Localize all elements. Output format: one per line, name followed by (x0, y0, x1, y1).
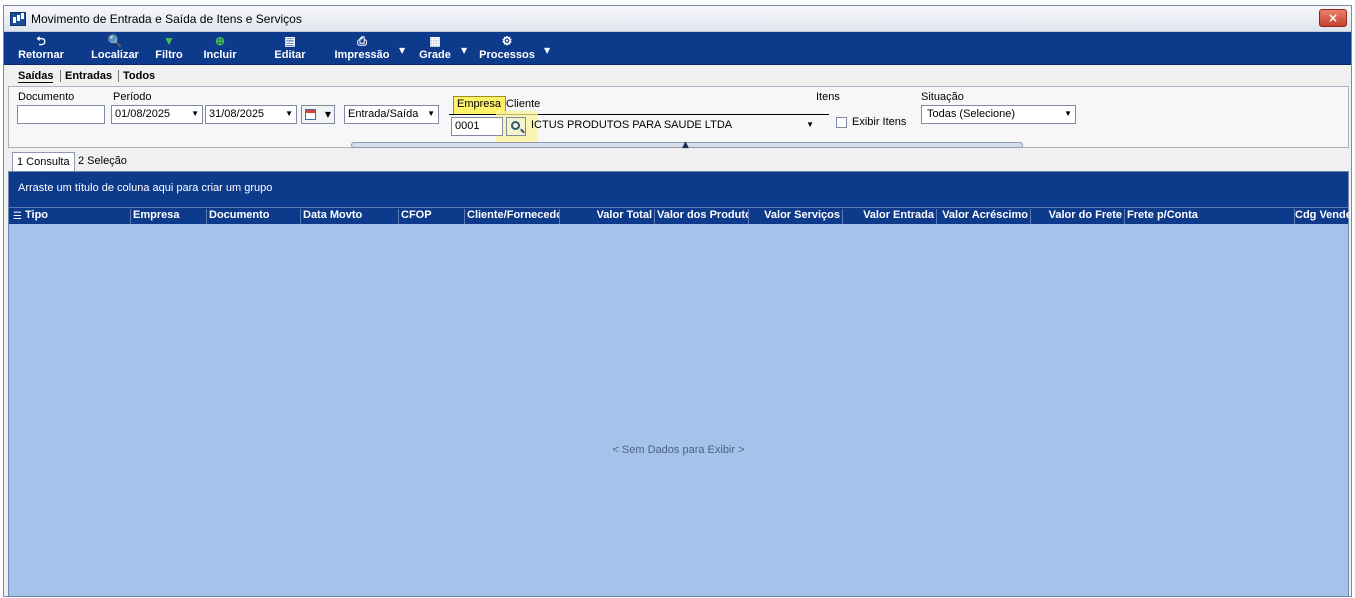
entrada-saida-select[interactable]: Entrada/Saída (344, 105, 439, 124)
column-header-documento[interactable]: Documento (207, 209, 301, 224)
impressao-dropdown-caret[interactable]: ▼ (399, 46, 405, 55)
chevron-down-icon: ▼ (324, 110, 331, 119)
tab-consulta[interactable]: 1 Consulta (12, 152, 75, 172)
calendar-button[interactable]: ▼ (301, 105, 335, 124)
column-chooser-icon[interactable]: ☰ (13, 211, 22, 222)
column-header-valor-frete[interactable]: Valor do Frete (1031, 209, 1125, 224)
toolbar: ⮌ Retornar 🔍 Localizar ▼ Filtro ⊕ Inclui… (4, 32, 1351, 65)
documento-input[interactable] (17, 105, 105, 124)
main-window: Movimento de Entrada e Saída de Itens e … (3, 5, 1352, 597)
grade-button[interactable]: ▦ Grade (414, 34, 456, 64)
column-header-valor-produtos[interactable]: Valor dos Produtos (655, 209, 749, 224)
tab-saidas[interactable]: Saídas (18, 70, 54, 83)
app-icon (10, 12, 26, 26)
column-header-cliente-fornecedor[interactable]: Cliente/Fornecedor (465, 209, 560, 224)
empresa-label[interactable]: Empresa (457, 98, 501, 110)
situacao-select[interactable]: Todas (Selecione) (921, 105, 1076, 124)
empresa-search-button[interactable] (506, 117, 526, 136)
group-by-hint: Arraste um título de coluna aqui para cr… (18, 182, 273, 194)
title-bar: Movimento de Entrada e Saída de Itens e … (4, 6, 1351, 32)
data-grid: Arraste um título de coluna aqui para cr… (8, 171, 1350, 597)
column-header-tipo[interactable]: Tipo (23, 209, 131, 224)
situacao-label: Situação (921, 91, 964, 103)
collapse-up-icon[interactable]: ▲ (682, 140, 689, 150)
empresa-code-input[interactable]: 0001 (451, 117, 503, 136)
column-header-cfop[interactable]: CFOP (399, 209, 465, 224)
exibir-itens-label: Exibir Itens (852, 116, 907, 128)
magnifier-icon: 🔍 (107, 34, 123, 48)
column-header-valor-entrada[interactable]: Valor Entrada (843, 209, 937, 224)
search-icon (511, 121, 520, 130)
processos-button[interactable]: ⚙ Processos (476, 34, 538, 64)
column-header-valor-total[interactable]: Valor Total (560, 209, 655, 224)
empty-grid-message: < Sem Dados para Exibir > (612, 444, 745, 456)
tab-entradas[interactable]: Entradas (65, 70, 112, 82)
column-header-row: ☰ Tipo Empresa Documento Data Movto CFOP… (9, 207, 1350, 224)
window-title: Movimento de Entrada e Saída de Itens e … (31, 12, 302, 26)
editar-button[interactable]: ▤ Editar (270, 34, 310, 64)
tab-separator (118, 70, 119, 82)
date-start-input[interactable]: 01/08/2025 (111, 105, 203, 124)
itens-label: Itens (816, 91, 840, 103)
incluir-button[interactable]: ⊕ Incluir (200, 34, 240, 64)
grade-dropdown-caret[interactable]: ▼ (461, 46, 467, 55)
retornar-button[interactable]: ⮌ Retornar (16, 34, 66, 64)
grid-icon: ▦ (429, 34, 441, 48)
cliente-select[interactable]: ICTUS PRODUTOS PARA SAUDE LTDA (528, 117, 817, 136)
exibir-itens-checkbox[interactable] (836, 117, 847, 128)
funnel-icon: ▼ (163, 34, 175, 48)
gear-icon: ⚙ (501, 34, 513, 48)
cliente-label[interactable]: Cliente (506, 98, 540, 110)
return-arrow-icon: ⮌ (36, 34, 46, 48)
edit-document-icon: ▤ (284, 34, 296, 48)
periodo-label: Período (113, 91, 152, 103)
add-circle-icon: ⊕ (214, 34, 226, 48)
processos-dropdown-caret[interactable]: ▼ (544, 46, 550, 55)
localizar-button[interactable]: 🔍 Localizar (88, 34, 142, 64)
column-header-valor-servicos[interactable]: Valor Serviços (749, 209, 843, 224)
impressao-button[interactable]: ⎙ Impressão (330, 34, 394, 64)
group-by-panel[interactable]: Arraste um título de coluna aqui para cr… (9, 172, 1348, 207)
printer-icon: ⎙ (357, 34, 367, 48)
tab-selecao[interactable]: 2 Seleção (74, 152, 131, 172)
tab-todos[interactable]: Todos (123, 70, 155, 82)
movement-type-tabs: Saídas Entradas Todos (4, 66, 1351, 86)
close-button[interactable]: × (1319, 9, 1347, 27)
documento-label: Documento (18, 91, 75, 103)
column-header-frete-conta[interactable]: Frete p/Conta (1125, 209, 1295, 224)
column-header-data-movto[interactable]: Data Movto (301, 209, 399, 224)
filtro-button[interactable]: ▼ Filtro (151, 34, 187, 64)
filter-panel: Documento Período 01/08/2025 31/08/2025 … (8, 86, 1349, 150)
column-header-valor-acrescimo[interactable]: Valor Acréscimo (937, 209, 1031, 224)
column-header-empresa[interactable]: Empresa (131, 209, 207, 224)
tab-separator (60, 70, 61, 82)
date-end-input[interactable]: 31/08/2025 (205, 105, 297, 124)
column-header-cdg-vendedor[interactable]: Cdg Vendedor (1295, 209, 1350, 224)
calendar-icon (305, 109, 316, 120)
